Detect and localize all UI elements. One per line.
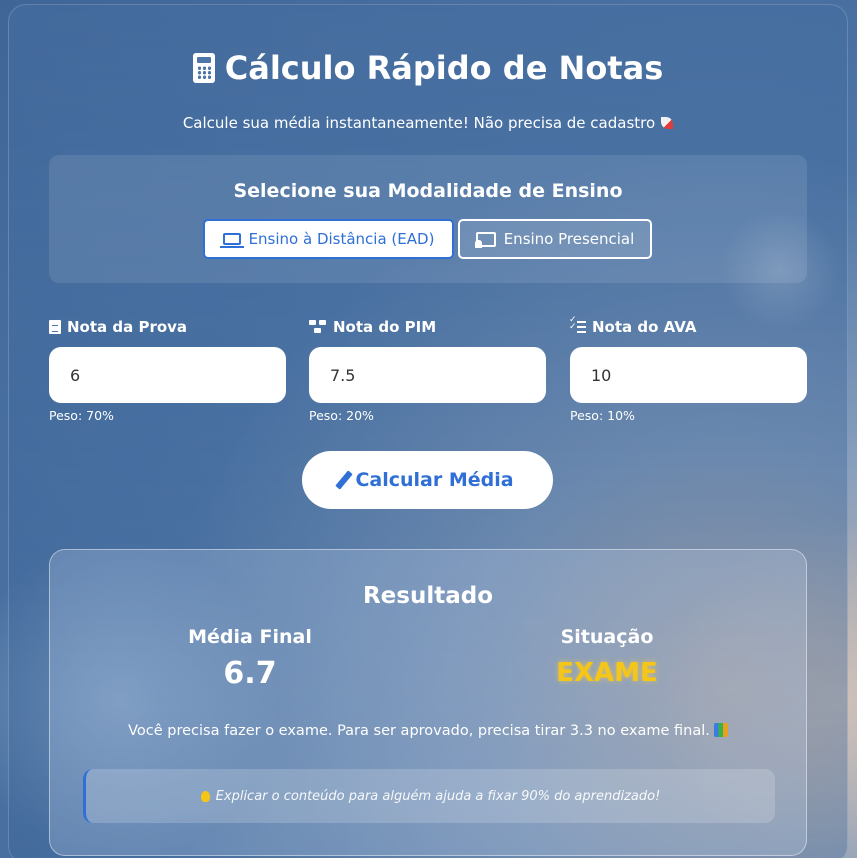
- result-title: Resultado: [362, 583, 494, 609]
- page-title-text: Cálculo Rápido de Notas: [224, 49, 664, 87]
- lightbulb-icon: [200, 790, 210, 802]
- calcular-media-label: Calcular Média: [355, 469, 514, 491]
- field-pim-weight: Peso: 20%: [309, 408, 374, 423]
- tasks-icon: [569, 316, 586, 334]
- field-pim-label-text: Nota do PIM: [333, 318, 437, 336]
- field-ava-label-text: Nota do AVA: [592, 318, 697, 336]
- field-ava-weight: Peso: 10%: [570, 408, 635, 423]
- tip-box: Explicar o conteúdo para alguém ajuda a …: [83, 769, 775, 823]
- modality-ead-button[interactable]: Ensino à Distância (EAD): [203, 219, 454, 259]
- calcular-media-button[interactable]: Calcular Média: [302, 451, 553, 509]
- books-icon: [713, 723, 728, 737]
- page-title: Cálculo Rápido de Notas: [9, 49, 847, 87]
- page-subtitle: Calcule sua média instantaneamente! Não …: [9, 114, 847, 132]
- subtitle-text: Calcule sua média instantaneamente! Não …: [182, 114, 656, 132]
- tip-text: Explicar o conteúdo para alguém ajuda a …: [215, 788, 661, 804]
- field-prova-weight: Peso: 70%: [49, 408, 114, 423]
- field-pim-label: Nota do PIM: [309, 317, 546, 337]
- result-message: Você precisa fazer o exame. Para ser apr…: [50, 723, 806, 739]
- result-message-text: Você precisa fazer o exame. Para ser apr…: [128, 723, 710, 739]
- field-prova-label: Nota da Prova: [49, 317, 286, 337]
- result-panel: Resultado Média Final 6.7 Situação EXAME…: [49, 549, 807, 856]
- modality-ead-label: Ensino à Distância (EAD): [248, 230, 435, 248]
- calculator-icon: [192, 53, 215, 83]
- nota-pim-input[interactable]: [309, 347, 546, 403]
- field-pim: Nota do PIM Peso: 20%: [309, 317, 546, 423]
- field-prova: Nota da Prova Peso: 70%: [49, 317, 286, 423]
- modality-title: Selecione sua Modalidade de Ensino: [233, 180, 623, 202]
- average-stat: Média Final 6.7: [120, 626, 380, 691]
- status-label: Situação: [560, 626, 654, 648]
- network-icon: [309, 320, 327, 334]
- nota-prova-input[interactable]: [49, 347, 286, 403]
- laptop-icon: [219, 233, 244, 248]
- average-label: Média Final: [188, 626, 312, 648]
- rocket-icon: [661, 117, 674, 129]
- status-badge: EXAME: [556, 658, 658, 688]
- modality-presencial-label: Ensino Presencial: [503, 230, 635, 248]
- pencil-icon: [335, 470, 354, 490]
- average-value: 6.7: [223, 656, 277, 691]
- field-prova-label-text: Nota da Prova: [67, 318, 188, 336]
- modality-panel: Selecione sua Modalidade de Ensino Ensin…: [49, 155, 807, 283]
- field-ava: Nota do AVA Peso: 10%: [569, 316, 807, 423]
- file-icon: [49, 320, 61, 334]
- field-ava-label: Nota do AVA: [569, 316, 807, 337]
- status-stat: Situação EXAME: [477, 626, 737, 688]
- modality-presencial-button[interactable]: Ensino Presencial: [458, 219, 652, 259]
- nota-ava-input[interactable]: [570, 347, 807, 403]
- chalkboard-teacher-icon: [474, 231, 496, 248]
